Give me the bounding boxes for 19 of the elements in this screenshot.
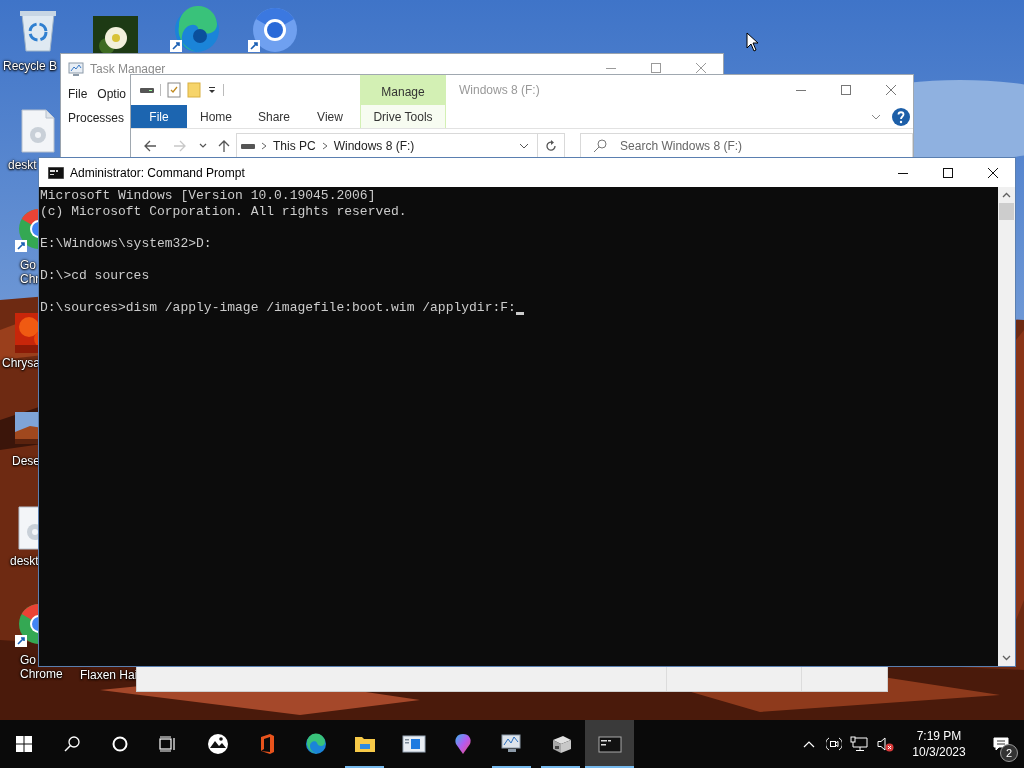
running-indicator <box>541 766 580 768</box>
notifications-button[interactable]: 2 <box>978 720 1024 768</box>
network-icon <box>850 736 868 752</box>
running-indicator <box>345 766 384 768</box>
camera-icon <box>826 736 842 752</box>
photos-icon <box>205 732 230 756</box>
windows-logo-icon <box>16 736 32 752</box>
notification-badge: 2 <box>1000 744 1018 762</box>
clock[interactable]: 7:19 PM 10/3/2023 <box>904 728 974 760</box>
window-icon <box>401 732 426 756</box>
search-icon <box>64 736 80 752</box>
taskbar-app[interactable] <box>585 720 634 768</box>
volume-icon[interactable] <box>876 736 894 752</box>
edge-icon <box>303 732 328 756</box>
running-indicator <box>492 766 531 768</box>
chevron-up-icon <box>803 740 815 748</box>
task-view-icon <box>159 736 177 752</box>
circle-icon <box>112 736 128 752</box>
running-indicator <box>585 766 634 768</box>
